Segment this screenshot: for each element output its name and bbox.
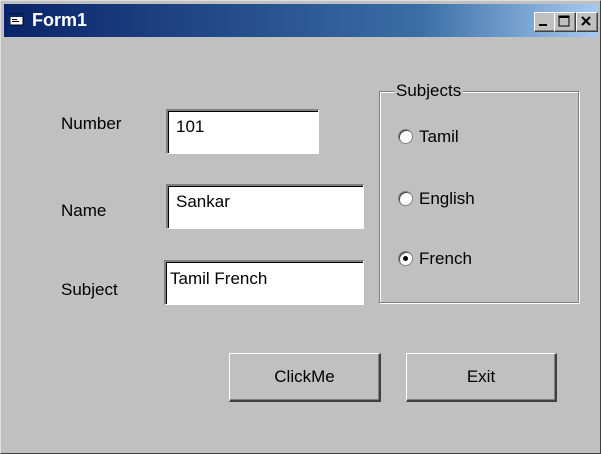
name-label: Name xyxy=(61,201,107,220)
title-bar[interactable]: Form1 xyxy=(4,4,598,37)
radio-english-label: English xyxy=(419,189,475,208)
radio-french-label: French xyxy=(419,249,472,268)
subject-label: Subject xyxy=(61,280,118,299)
radio-selected-icon xyxy=(398,251,413,267)
minimize-icon xyxy=(539,24,547,26)
radio-english[interactable]: English xyxy=(398,189,475,209)
maximize-button[interactable] xyxy=(554,12,576,32)
number-input[interactable]: 101 xyxy=(166,109,319,154)
window-title: Form1 xyxy=(32,10,88,30)
radio-tamil-label: Tamil xyxy=(419,127,459,146)
subject-input[interactable]: Tamil French xyxy=(164,260,364,305)
minimize-button[interactable] xyxy=(534,12,556,32)
app-icon xyxy=(10,13,24,26)
radio-tamil[interactable]: Tamil xyxy=(398,127,459,147)
radio-dot-icon xyxy=(403,256,408,262)
maximize-icon xyxy=(558,15,570,27)
clickme-button[interactable]: ClickMe xyxy=(229,353,381,402)
radio-french[interactable]: French xyxy=(398,249,472,269)
close-button[interactable] xyxy=(576,12,598,32)
radio-circle-icon xyxy=(398,129,413,145)
name-input[interactable]: Sankar xyxy=(166,184,364,229)
exit-button[interactable]: Exit xyxy=(406,353,557,402)
close-icon xyxy=(581,16,591,26)
subjects-group-title: Subjects xyxy=(394,81,464,101)
radio-circle-icon xyxy=(398,191,413,207)
number-label: Number xyxy=(61,114,122,133)
form1-window: Form1 Number Name Subject 101 Sankar Tam… xyxy=(0,0,601,454)
